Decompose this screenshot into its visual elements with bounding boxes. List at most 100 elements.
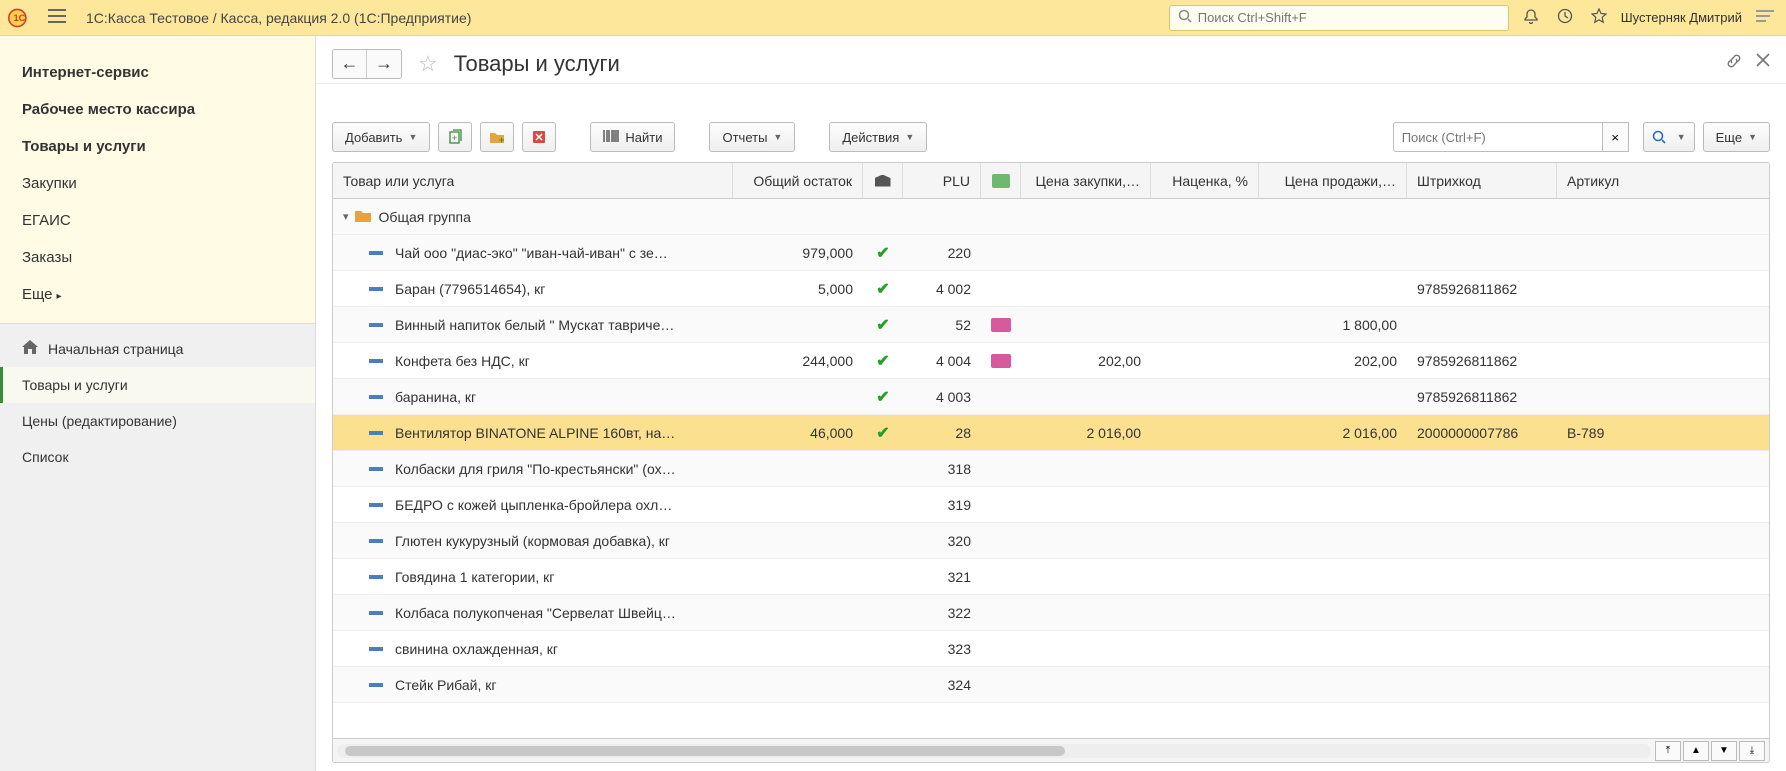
- cell-plu: 319: [903, 487, 981, 522]
- next-row-button[interactable]: ▼: [1711, 741, 1737, 761]
- cell-scale: [981, 415, 1021, 450]
- cell-article: В-789: [1557, 415, 1697, 450]
- check-icon: ✔: [876, 423, 889, 443]
- cell-scale: [981, 235, 1021, 270]
- username[interactable]: Шустерняк Дмитрий: [1621, 10, 1742, 25]
- page-title: Товары и услуги: [454, 51, 620, 77]
- add-button[interactable]: Добавить▼: [332, 122, 430, 152]
- sidebar-mid-goods[interactable]: Товары и услуги: [0, 367, 315, 403]
- sidebar-item-purchases[interactable]: Закупки: [22, 165, 315, 202]
- item-icon: [369, 467, 383, 471]
- cell-article: [1557, 559, 1697, 594]
- col-buy[interactable]: Цена закупки,…: [1021, 163, 1151, 198]
- cell-barcode: [1407, 487, 1557, 522]
- prev-row-button[interactable]: ▲: [1683, 741, 1709, 761]
- table-row[interactable]: Колбаса полукопченая "Сервелат Швейц…322: [333, 595, 1769, 631]
- cell-buy: [1021, 631, 1151, 666]
- col-sell[interactable]: Цена продажи,…: [1259, 163, 1407, 198]
- col-box[interactable]: [863, 163, 903, 198]
- last-row-button[interactable]: ⤓: [1739, 741, 1765, 761]
- cell-check: [863, 595, 903, 630]
- col-stock[interactable]: Общий остаток: [733, 163, 863, 198]
- global-search[interactable]: [1169, 5, 1509, 31]
- sidebar-item-internet-service[interactable]: Интернет-сервис: [22, 54, 315, 91]
- table-row[interactable]: Стейк Рибай, кг324: [333, 667, 1769, 703]
- cell-buy: [1021, 235, 1151, 270]
- check-icon: ✔: [876, 279, 889, 299]
- nav-back-button[interactable]: ←: [333, 50, 367, 78]
- actions-button[interactable]: Действия▼: [829, 122, 927, 152]
- table-row[interactable]: свинина охлажденная, кг323: [333, 631, 1769, 667]
- table-footer: ⤒ ▲ ▼ ⤓: [333, 738, 1769, 762]
- reports-button[interactable]: Отчеты▼: [709, 122, 795, 152]
- cell-stock: 5,000: [733, 271, 863, 306]
- bell-icon[interactable]: [1523, 8, 1539, 27]
- col-article[interactable]: Артикул: [1557, 163, 1697, 198]
- sidebar-item-orders[interactable]: Заказы: [22, 239, 315, 276]
- delete-button[interactable]: [522, 122, 556, 152]
- close-icon[interactable]: [1756, 53, 1770, 74]
- col-plu[interactable]: PLU: [903, 163, 981, 198]
- sidebar-item-more[interactable]: Еще▸: [22, 276, 315, 313]
- clear-search-button[interactable]: ×: [1603, 122, 1629, 152]
- cell-plu: 28: [903, 415, 981, 450]
- expand-icon[interactable]: ▾: [343, 210, 349, 223]
- favorite-star-icon[interactable]: ☆: [418, 51, 438, 77]
- sidebar-mid-home[interactable]: Начальная страница: [0, 330, 315, 367]
- table-row[interactable]: Конфета без НДС, кг244,000✔4 004202,0020…: [333, 343, 1769, 379]
- cell-plu: 220: [903, 235, 981, 270]
- table-search-input[interactable]: [1393, 122, 1603, 152]
- table-row[interactable]: Говядина 1 категории, кг321: [333, 559, 1769, 595]
- cell-plu: 4 002: [903, 271, 981, 306]
- item-icon: [369, 359, 383, 363]
- horizontal-scrollbar[interactable]: [337, 744, 1651, 758]
- sidebar-mid-list[interactable]: Список: [0, 439, 315, 475]
- search-dropdown-button[interactable]: ▼: [1643, 122, 1695, 152]
- nav-forward-button[interactable]: →: [367, 50, 401, 78]
- col-margin[interactable]: Наценка, %: [1151, 163, 1259, 198]
- cell-name: Чай ооо "диас-эко" "иван-чай-иван" с зе…: [395, 245, 668, 261]
- sidebar-item-cashier[interactable]: Рабочее место кассира: [22, 91, 315, 128]
- table-row[interactable]: Баран (7796514654), кг5,000✔4 0029785926…: [333, 271, 1769, 307]
- cell-buy: [1021, 487, 1151, 522]
- star-icon[interactable]: [1591, 8, 1607, 27]
- history-icon[interactable]: [1557, 8, 1573, 27]
- first-row-button[interactable]: ⤒: [1655, 741, 1681, 761]
- cell-margin: [1151, 271, 1259, 306]
- col-barcode[interactable]: Штрихкод: [1407, 163, 1557, 198]
- table-group-row[interactable]: ▾ Общая группа: [333, 199, 1769, 235]
- sidebar-item-goods[interactable]: Товары и услуги: [22, 128, 315, 165]
- window-menu-icon[interactable]: [1756, 9, 1774, 26]
- cell-stock: [733, 379, 863, 414]
- cell-buy: [1021, 307, 1151, 342]
- cell-margin: [1151, 343, 1259, 378]
- menu-icon[interactable]: [48, 9, 66, 26]
- cell-name: Конфета без НДС, кг: [395, 353, 530, 369]
- cell-check: ✔: [863, 271, 903, 306]
- cell-plu: 52: [903, 307, 981, 342]
- svg-text:+: +: [499, 135, 504, 144]
- sidebar-item-egais[interactable]: ЕГАИС: [22, 202, 315, 239]
- table-row[interactable]: Чай ооо "диас-эко" "иван-чай-иван" с зе……: [333, 235, 1769, 271]
- global-search-input[interactable]: [1198, 10, 1500, 25]
- table-row[interactable]: Колбаски для гриля "По-крестьянски" (ох……: [333, 451, 1769, 487]
- find-button[interactable]: Найти: [590, 122, 675, 152]
- sidebar-mid-prices[interactable]: Цены (редактирование): [0, 403, 315, 439]
- barcode-icon: [603, 129, 619, 146]
- toolbar: Добавить▼ + + Найти Отчеты▼ Действия▼ × …: [316, 84, 1786, 162]
- table-row[interactable]: Вентилятор BINATONE ALPINE 160вт, на…46,…: [333, 415, 1769, 451]
- copy-button[interactable]: +: [438, 122, 472, 152]
- cell-name: Баран (7796514654), кг: [395, 281, 545, 297]
- cell-stock: [733, 631, 863, 666]
- home-icon: [22, 340, 38, 357]
- table-row[interactable]: Винный напиток белый " Мускат тавриче…✔5…: [333, 307, 1769, 343]
- more-button[interactable]: Еще▼: [1703, 122, 1770, 152]
- col-scale[interactable]: [981, 163, 1021, 198]
- cell-sell: [1259, 379, 1407, 414]
- col-name[interactable]: Товар или услуга: [333, 163, 733, 198]
- table-row[interactable]: БЕДРО с кожей цыпленка-бройлера охл…319: [333, 487, 1769, 523]
- table-row[interactable]: баранина, кг✔4 0039785926811862: [333, 379, 1769, 415]
- link-icon[interactable]: [1726, 53, 1742, 74]
- add-folder-button[interactable]: +: [480, 122, 514, 152]
- table-row[interactable]: Глютен кукурузный (кормовая добавка), кг…: [333, 523, 1769, 559]
